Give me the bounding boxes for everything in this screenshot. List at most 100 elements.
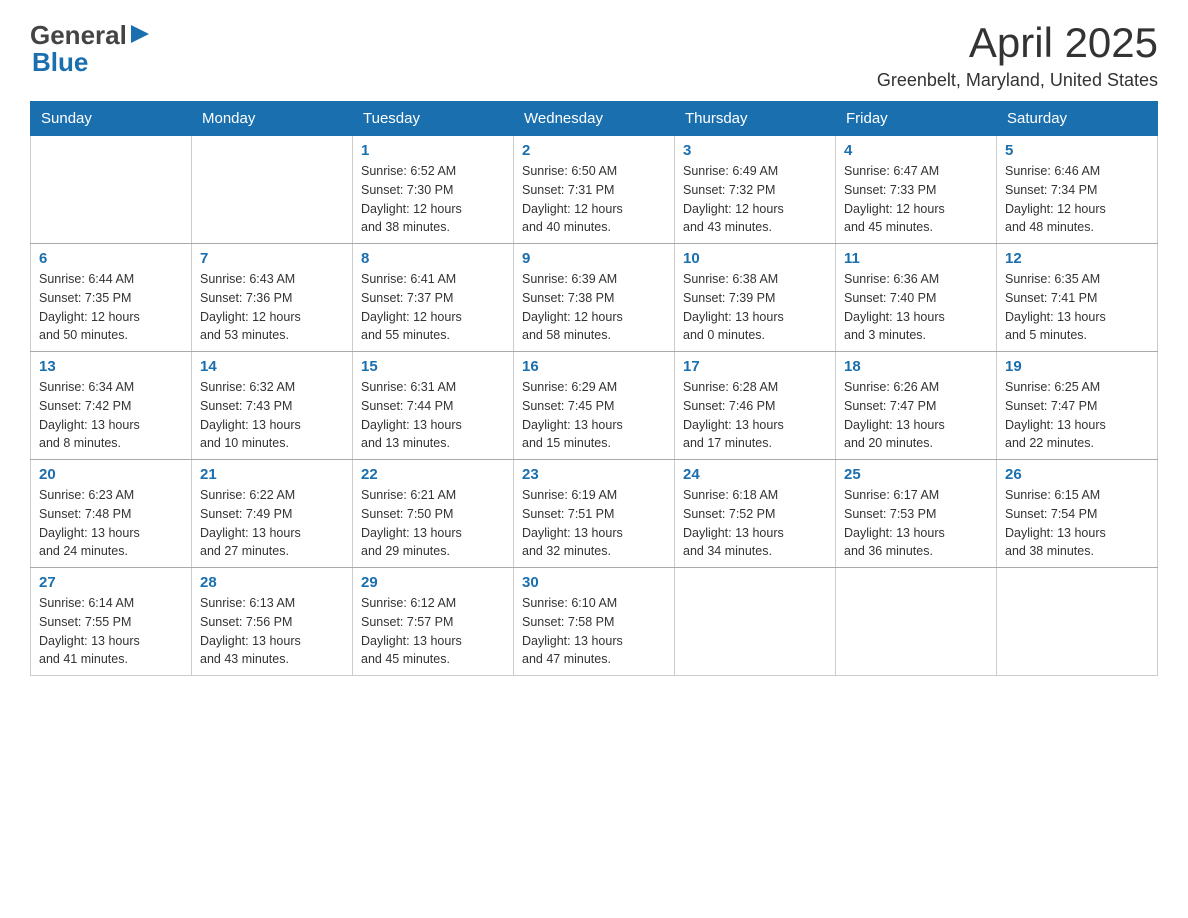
day-number: 30 [522,574,666,591]
main-title: April 2025 [877,20,1158,66]
day-number: 4 [844,142,988,159]
day-info: Sunrise: 6:19 AMSunset: 7:51 PMDaylight:… [522,486,666,561]
calendar-week-row: 1 Sunrise: 6:52 AMSunset: 7:30 PMDaylight… [31,136,1158,244]
day-of-week-header: Saturday [997,102,1158,136]
day-of-week-header: Tuesday [353,102,514,136]
day-info: Sunrise: 6:38 AMSunset: 7:39 PMDaylight:… [683,270,827,345]
day-of-week-header: Sunday [31,102,192,136]
day-info: Sunrise: 6:14 AMSunset: 7:55 PMDaylight:… [39,594,183,669]
day-info: Sunrise: 6:39 AMSunset: 7:38 PMDaylight:… [522,270,666,345]
day-of-week-header: Monday [192,102,353,136]
calendar-cell: 18Sunrise: 6:26 AMSunset: 7:47 PMDayligh… [836,352,997,460]
calendar-body: 1 Sunrise: 6:52 AMSunset: 7:30 PMDaylight… [31,136,1158,676]
calendar-cell: 12Sunrise: 6:35 AMSunset: 7:41 PMDayligh… [997,244,1158,352]
day-number: 13 [39,358,183,375]
day-number: 21 [200,466,344,483]
calendar-cell: 24 Sunrise: 6:18 AMSunset: 7:52 PMDayligh… [675,460,836,568]
calendar-cell: 1 Sunrise: 6:52 AMSunset: 7:30 PMDaylight… [353,136,514,244]
calendar-cell: 2Sunrise: 6:50 AMSunset: 7:31 PMDaylight… [514,136,675,244]
day-info: Sunrise: 6:26 AMSunset: 7:47 PMDaylight:… [844,378,988,453]
day-info: Sunrise: 6:44 AMSunset: 7:35 PMDaylight:… [39,270,183,345]
calendar-cell [997,568,1158,676]
calendar-cell: 6Sunrise: 6:44 AMSunset: 7:35 PMDaylight… [31,244,192,352]
calendar-cell: 9Sunrise: 6:39 AMSunset: 7:38 PMDaylight… [514,244,675,352]
calendar-cell [31,136,192,244]
logo-flag-icon [129,23,151,45]
day-number: 12 [1005,250,1149,267]
day-info: Sunrise: 6:46 AMSunset: 7:34 PMDaylight:… [1005,162,1149,237]
day-info: Sunrise: 6:23 AMSunset: 7:48 PMDaylight:… [39,486,183,561]
day-number: 22 [361,466,505,483]
day-info: Sunrise: 6:49 AMSunset: 7:32 PMDaylight:… [683,162,827,237]
calendar-cell: 5 Sunrise: 6:46 AMSunset: 7:34 PMDaylight… [997,136,1158,244]
day-number: 14 [200,358,344,375]
day-number: 25 [844,466,988,483]
calendar-cell [675,568,836,676]
day-info: Sunrise: 6:25 AMSunset: 7:47 PMDaylight:… [1005,378,1149,453]
day-number: 1 [361,142,505,159]
day-of-week-header: Thursday [675,102,836,136]
calendar-cell: 17 Sunrise: 6:28 AMSunset: 7:46 PMDayligh… [675,352,836,460]
day-number: 15 [361,358,505,375]
day-info: Sunrise: 6:52 AMSunset: 7:30 PMDaylight:… [361,162,505,237]
calendar-cell: 15Sunrise: 6:31 AMSunset: 7:44 PMDayligh… [353,352,514,460]
calendar-header: SundayMondayTuesdayWednesdayThursdayFrid… [31,102,1158,136]
day-of-week-header: Wednesday [514,102,675,136]
day-info: Sunrise: 6:17 AMSunset: 7:53 PMDaylight:… [844,486,988,561]
day-info: Sunrise: 6:12 AMSunset: 7:57 PMDaylight:… [361,594,505,669]
day-number: 11 [844,250,988,267]
day-info: Sunrise: 6:15 AMSunset: 7:54 PMDaylight:… [1005,486,1149,561]
calendar-week-row: 13 Sunrise: 6:34 AMSunset: 7:42 PMDayligh… [31,352,1158,460]
calendar-cell: 27 Sunrise: 6:14 AMSunset: 7:55 PMDayligh… [31,568,192,676]
day-info: Sunrise: 6:34 AMSunset: 7:42 PMDaylight:… [39,378,183,453]
day-number: 27 [39,574,183,591]
day-info: Sunrise: 6:32 AMSunset: 7:43 PMDaylight:… [200,378,344,453]
day-info: Sunrise: 6:43 AMSunset: 7:36 PMDaylight:… [200,270,344,345]
calendar-cell: 14 Sunrise: 6:32 AMSunset: 7:43 PMDayligh… [192,352,353,460]
day-info: Sunrise: 6:18 AMSunset: 7:52 PMDaylight:… [683,486,827,561]
day-info: Sunrise: 6:21 AMSunset: 7:50 PMDaylight:… [361,486,505,561]
calendar-cell: 19 Sunrise: 6:25 AMSunset: 7:47 PMDayligh… [997,352,1158,460]
calendar-cell: 20 Sunrise: 6:23 AMSunset: 7:48 PMDayligh… [31,460,192,568]
day-number: 3 [683,142,827,159]
logo-blue-text: Blue [32,47,88,78]
day-number: 5 [1005,142,1149,159]
logo: General Blue [30,20,151,78]
calendar-cell: 16 Sunrise: 6:29 AMSunset: 7:45 PMDayligh… [514,352,675,460]
calendar-cell: 29 Sunrise: 6:12 AMSunset: 7:57 PMDayligh… [353,568,514,676]
day-number: 28 [200,574,344,591]
page-header: General Blue April 2025 Greenbelt, Maryl… [30,20,1158,91]
calendar-cell [836,568,997,676]
day-of-week-header: Friday [836,102,997,136]
calendar-cell: 28 Sunrise: 6:13 AMSunset: 7:56 PMDayligh… [192,568,353,676]
day-info: Sunrise: 6:36 AMSunset: 7:40 PMDaylight:… [844,270,988,345]
day-number: 20 [39,466,183,483]
calendar-cell: 8Sunrise: 6:41 AMSunset: 7:37 PMDaylight… [353,244,514,352]
day-number: 23 [522,466,666,483]
calendar-cell [192,136,353,244]
day-number: 19 [1005,358,1149,375]
calendar-week-row: 6Sunrise: 6:44 AMSunset: 7:35 PMDaylight… [31,244,1158,352]
calendar-cell: 7 Sunrise: 6:43 AMSunset: 7:36 PMDaylight… [192,244,353,352]
day-info: Sunrise: 6:13 AMSunset: 7:56 PMDaylight:… [200,594,344,669]
calendar-week-row: 27 Sunrise: 6:14 AMSunset: 7:55 PMDayligh… [31,568,1158,676]
calendar-cell: 4Sunrise: 6:47 AMSunset: 7:33 PMDaylight… [836,136,997,244]
day-info: Sunrise: 6:29 AMSunset: 7:45 PMDaylight:… [522,378,666,453]
calendar-cell: 22 Sunrise: 6:21 AMSunset: 7:50 PMDayligh… [353,460,514,568]
calendar-cell: 26 Sunrise: 6:15 AMSunset: 7:54 PMDayligh… [997,460,1158,568]
subtitle: Greenbelt, Maryland, United States [877,70,1158,91]
day-number: 17 [683,358,827,375]
calendar-cell: 13 Sunrise: 6:34 AMSunset: 7:42 PMDayligh… [31,352,192,460]
day-header-row: SundayMondayTuesdayWednesdayThursdayFrid… [31,102,1158,136]
calendar-cell: 25 Sunrise: 6:17 AMSunset: 7:53 PMDayligh… [836,460,997,568]
day-number: 16 [522,358,666,375]
day-number: 29 [361,574,505,591]
day-info: Sunrise: 6:41 AMSunset: 7:37 PMDaylight:… [361,270,505,345]
day-number: 7 [200,250,344,267]
calendar-cell: 3 Sunrise: 6:49 AMSunset: 7:32 PMDaylight… [675,136,836,244]
day-number: 24 [683,466,827,483]
calendar-cell: 10Sunrise: 6:38 AMSunset: 7:39 PMDayligh… [675,244,836,352]
day-info: Sunrise: 6:28 AMSunset: 7:46 PMDaylight:… [683,378,827,453]
day-number: 26 [1005,466,1149,483]
calendar-week-row: 20 Sunrise: 6:23 AMSunset: 7:48 PMDayligh… [31,460,1158,568]
